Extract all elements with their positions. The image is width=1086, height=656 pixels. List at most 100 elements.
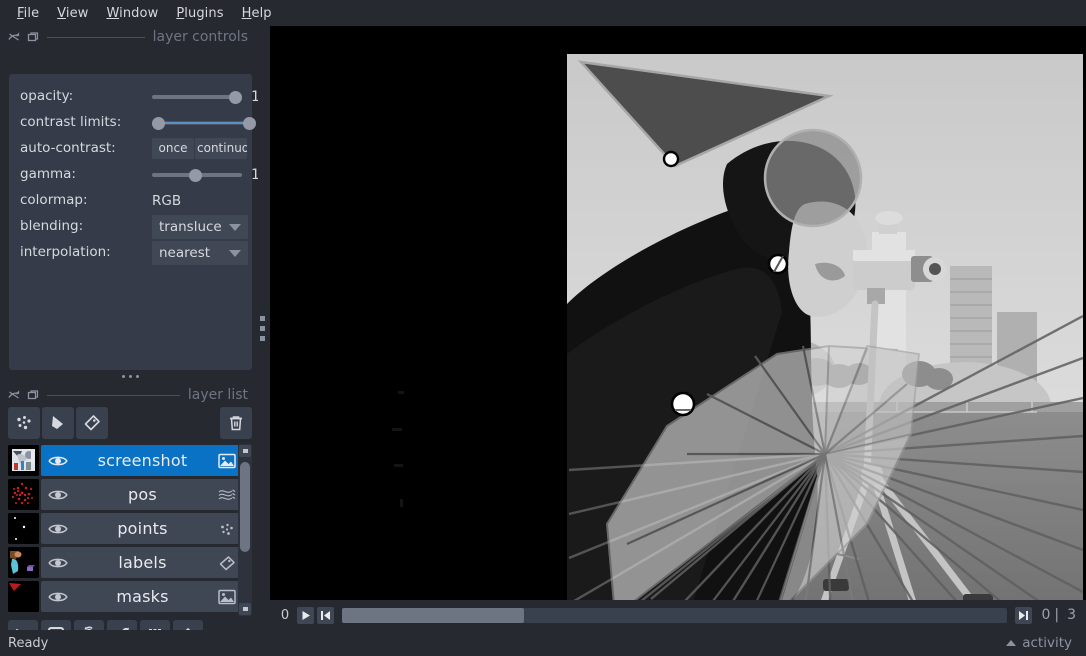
auto-contrast-label: auto-contrast: [20,140,116,156]
contrast-limits-label: contrast limits: [20,114,122,130]
dim-slider-handle[interactable] [342,607,524,623]
gamma-label: gamma: [20,166,76,182]
layer-name: screenshot [97,451,188,470]
opacity-handle[interactable] [229,90,242,104]
dims-slider-bar: 0 0 | 3 [270,600,1086,630]
dim-max-value: 3 [1067,607,1076,623]
dock-splitter[interactable] [258,26,270,630]
opacity-slider[interactable] [152,88,242,106]
gamma-slider[interactable] [152,166,242,184]
point-marker [662,150,680,168]
opacity-control: 1.0 [152,86,273,107]
new-points-button[interactable] [8,407,40,439]
visibility-toggle-labels[interactable] [41,556,75,570]
visibility-toggle-masks[interactable] [41,590,75,604]
layer-thumbnail-screenshot [8,445,39,476]
viewer-canvas[interactable] [270,26,1086,600]
layer-name: pos [128,485,157,504]
auto-contrast-once-button[interactable]: once [152,138,194,159]
float-panel-icon[interactable] [8,31,20,43]
layer-name: points [117,519,168,538]
left-dock-panel: layer controls opacity: 1.0 contrast lim… [0,26,273,650]
menu-file[interactable]: FFileile [8,4,48,23]
delete-layer-button[interactable] [220,407,252,439]
layer-list-header: layer list [0,384,258,406]
chevron-down-icon [229,249,241,257]
new-labels-button[interactable] [76,407,108,439]
menu-window[interactable]: Window [97,4,167,23]
menu-help[interactable]: Help [233,4,281,23]
scroll-up-button[interactable] [239,445,251,457]
step-forward-button[interactable] [1015,606,1033,624]
layer-row[interactable]: points [8,512,244,545]
canvas-mark [392,428,402,431]
point-marker [670,391,696,417]
gamma-handle[interactable] [189,168,202,182]
layer-row-body[interactable]: points [41,513,244,544]
layer-controls-header: layer controls [0,26,258,48]
contrast-low-handle[interactable] [152,116,165,130]
interpolation-label: interpolation: [20,244,111,260]
status-bar: Ready activity [0,630,1086,656]
header-rule [47,36,145,38]
contrast-limits-slider[interactable] [152,114,256,132]
interpolation-value: nearest [159,244,211,261]
layer-row-body[interactable]: labels [41,547,244,578]
visibility-toggle-pos[interactable] [41,488,75,502]
step-back-button[interactable] [317,606,334,624]
header-rule [47,394,180,396]
blending-control: translucent [152,214,273,239]
auto-contrast-continuous-button[interactable]: continuous [195,138,247,159]
layer-list[interactable]: screenshot pos points labels masks [8,444,244,616]
layer-list-title: layer list [187,387,248,403]
play-button[interactable] [297,606,314,624]
blending-value: translucent [159,218,222,235]
menu-plugins[interactable]: Plugins [167,4,232,23]
contrast-high-handle[interactable] [243,116,256,130]
image-layer-screenshot [567,54,1083,600]
visibility-toggle-points[interactable] [41,522,75,536]
canvas-mark [398,391,404,394]
restore-panel-icon[interactable] [27,389,39,401]
restore-panel-icon[interactable] [27,31,39,43]
layer-row[interactable]: masks [8,580,244,613]
layer-row[interactable]: pos [8,478,244,511]
canvas-mark [394,464,403,467]
shape-circle [763,128,863,228]
gamma-control: 1.0 [152,164,273,185]
layer-thumbnail-points [8,513,39,544]
dim-slider-track[interactable] [342,607,1008,623]
scroll-down-button[interactable] [239,603,251,615]
layer-row[interactable]: screenshot [8,444,244,477]
float-panel-icon[interactable] [8,389,20,401]
interpolation-control: nearest [152,240,273,265]
layer-row-body[interactable]: pos [41,479,244,510]
panel-splitter-handle[interactable] [122,375,139,378]
layer-controls-panel: opacity: 1.0 contrast limits: [9,74,273,370]
layer-row-body[interactable]: masks [41,581,244,612]
layer-name: labels [118,553,167,572]
visibility-toggle-screenshot[interactable] [41,454,75,468]
dim-separator: | [1054,607,1060,623]
scrollbar-thumb[interactable] [240,462,250,552]
blending-combobox[interactable]: translucent [152,214,248,239]
contrast-limits-control [152,112,273,133]
layer-row-body[interactable]: screenshot [41,445,244,476]
colormap-label: colormap: [20,192,88,208]
auto-contrast-control: once continuous [152,138,273,159]
colormap-value: RGB [152,192,182,209]
layer-thumbnail-labels [8,547,39,578]
layer-controls-title: layer controls [152,29,248,45]
layer-thumbnail-masks [8,581,39,612]
interpolation-combobox[interactable]: nearest [152,240,248,265]
blending-label: blending: [20,218,84,234]
menu-bar: FFileile View Window Plugins Help [0,0,1086,26]
layer-list-scrollbar[interactable] [238,444,252,616]
menu-view[interactable]: View [48,4,97,23]
layer-buttons-row [8,407,252,439]
layer-name: masks [116,587,169,606]
new-shapes-button[interactable] [42,407,74,439]
layer-row[interactable]: labels [8,546,244,579]
screenshot-graphic [567,54,1083,600]
activity-button[interactable]: activity [1006,635,1072,651]
